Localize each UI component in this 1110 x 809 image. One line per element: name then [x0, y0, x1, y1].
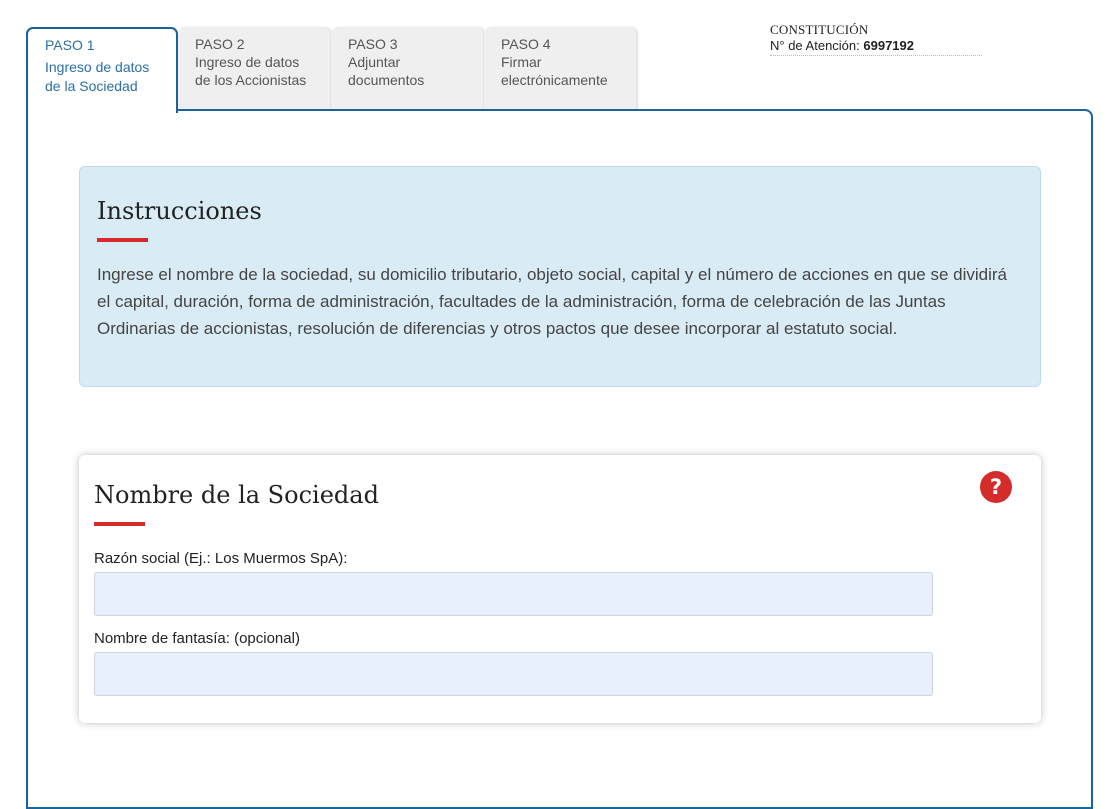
- attention-info: CONSTITUCIÓN N° de Atención: 6997192: [770, 22, 982, 56]
- tab-step-label: PASO 1: [45, 37, 95, 53]
- title-underline: [97, 238, 148, 242]
- tab-step-desc: Ingreso de datos de los Accionistas: [195, 54, 307, 88]
- tab-step-1[interactable]: PASO 1 Ingreso de datos de la Sociedad: [26, 27, 178, 113]
- tab-step-desc: Adjuntar documentos: [348, 54, 425, 88]
- tab-step-label: PASO 3: [348, 36, 398, 52]
- tab-step-desc: Ingreso de datos de la Sociedad: [45, 59, 150, 94]
- tab-step-desc: Firmar electrónicamente: [501, 54, 608, 88]
- instructions-text: Ingrese el nombre de la sociedad, su dom…: [97, 265, 1008, 338]
- tab-step-4[interactable]: PASO 4 Firmar electrónicamente: [484, 27, 636, 110]
- nombre-fantasia-label: Nombre de fantasía: (opcional): [94, 630, 300, 647]
- razon-social-input[interactable]: [94, 572, 933, 616]
- society-name-title: Nombre de la Sociedad: [94, 481, 379, 509]
- instructions-box: Instrucciones Ingrese el nombre de la so…: [79, 166, 1041, 387]
- tab-step-3[interactable]: PASO 3 Adjuntar documentos: [331, 27, 483, 110]
- attention-number: 6997192: [863, 38, 915, 53]
- attention-label: N° de Atención:: [770, 38, 860, 53]
- tab-step-label: PASO 2: [195, 36, 245, 52]
- procedure-title: CONSTITUCIÓN: [770, 22, 869, 37]
- step-content-panel: Instrucciones Ingrese el nombre de la so…: [26, 109, 1093, 809]
- title-underline: [94, 522, 145, 526]
- nombre-fantasia-input[interactable]: [94, 652, 933, 696]
- razon-social-label: Razón social (Ej.: Los Muermos SpA):: [94, 550, 348, 567]
- society-name-card: ? Nombre de la Sociedad Razón social (Ej…: [79, 455, 1041, 723]
- tab-step-2[interactable]: PASO 2 Ingreso de datos de los Accionist…: [178, 27, 330, 110]
- attention-number-row: N° de Atención: 6997192: [770, 38, 982, 56]
- instructions-title: Instrucciones: [97, 197, 262, 225]
- question-icon[interactable]: ?: [980, 471, 1012, 503]
- tab-step-label: PASO 4: [501, 36, 551, 52]
